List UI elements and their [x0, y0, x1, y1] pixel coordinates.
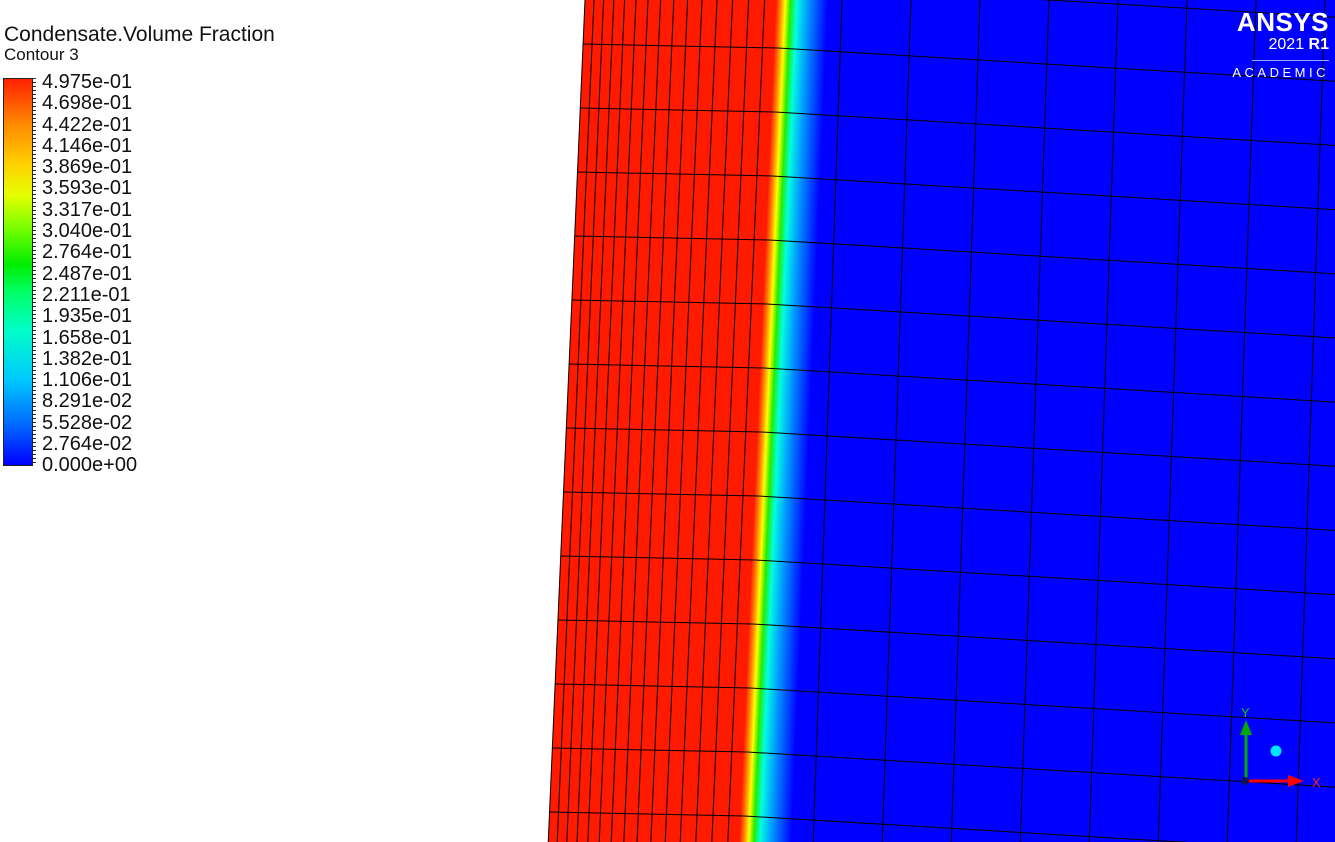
colorbar-label: 3.317e-01: [42, 198, 133, 221]
colorbar: [3, 78, 33, 466]
colorbar-label: 4.422e-01: [42, 113, 133, 136]
legend-title: Condensate.Volume Fraction: [4, 23, 275, 46]
ansys-logo: ANSYS 2021 R1 ACADEMIC: [1232, 8, 1329, 80]
colorbar-label: 8.291e-02: [42, 390, 133, 413]
colorbar-label: 2.764e-01: [42, 241, 133, 264]
contour-field: [547, 0, 1335, 842]
logo-divider: [1252, 60, 1329, 61]
colorbar-label: 3.593e-01: [42, 177, 133, 200]
colorbar-label: 2.487e-01: [42, 262, 133, 285]
axis-triad[interactable]: Y X: [1230, 700, 1330, 795]
colorbar-label: 4.975e-01: [42, 71, 133, 93]
colorbar-label: 3.869e-01: [42, 156, 133, 179]
y-axis-arrowhead: [1240, 720, 1252, 735]
origin-marker: [1241, 777, 1249, 785]
x-axis-label: X: [1312, 775, 1321, 790]
colorbar-label: 5.528e-02: [42, 411, 133, 434]
colorbar-label: 1.382e-01: [42, 347, 133, 370]
colorbar-labels: 4.975e-01 4.698e-01 4.422e-01 4.146e-01 3.86…: [42, 71, 138, 477]
colorbar-label: 2.764e-02: [42, 433, 133, 456]
colorbar-label: 0.000e+00: [42, 454, 138, 477]
y-axis-label: Y: [1241, 705, 1250, 720]
colorbar-label: 3.040e-01: [42, 220, 133, 243]
colorbar-label: 2.211e-01: [42, 283, 131, 306]
contour-viewport[interactable]: [0, 0, 1335, 842]
logo-release: R1: [1308, 36, 1329, 53]
logo-brand: ANSYS: [1236, 7, 1329, 37]
logo-edition: ACADEMIC: [1232, 65, 1329, 80]
colorbar-label: 4.146e-01: [42, 134, 133, 157]
x-axis-arrowhead: [1288, 775, 1304, 787]
colorbar-label: 1.935e-01: [42, 305, 133, 328]
colorbar-ticks: [33, 78, 36, 466]
colorbar-label: 1.658e-01: [42, 326, 133, 349]
rotation-center-ball: [1270, 745, 1282, 757]
colorbar-label: 1.106e-01: [42, 369, 133, 392]
logo-version: 2021: [1268, 36, 1305, 53]
colorbar-label: 4.698e-01: [42, 92, 133, 115]
legend-subtitle: Contour 3: [4, 45, 79, 64]
